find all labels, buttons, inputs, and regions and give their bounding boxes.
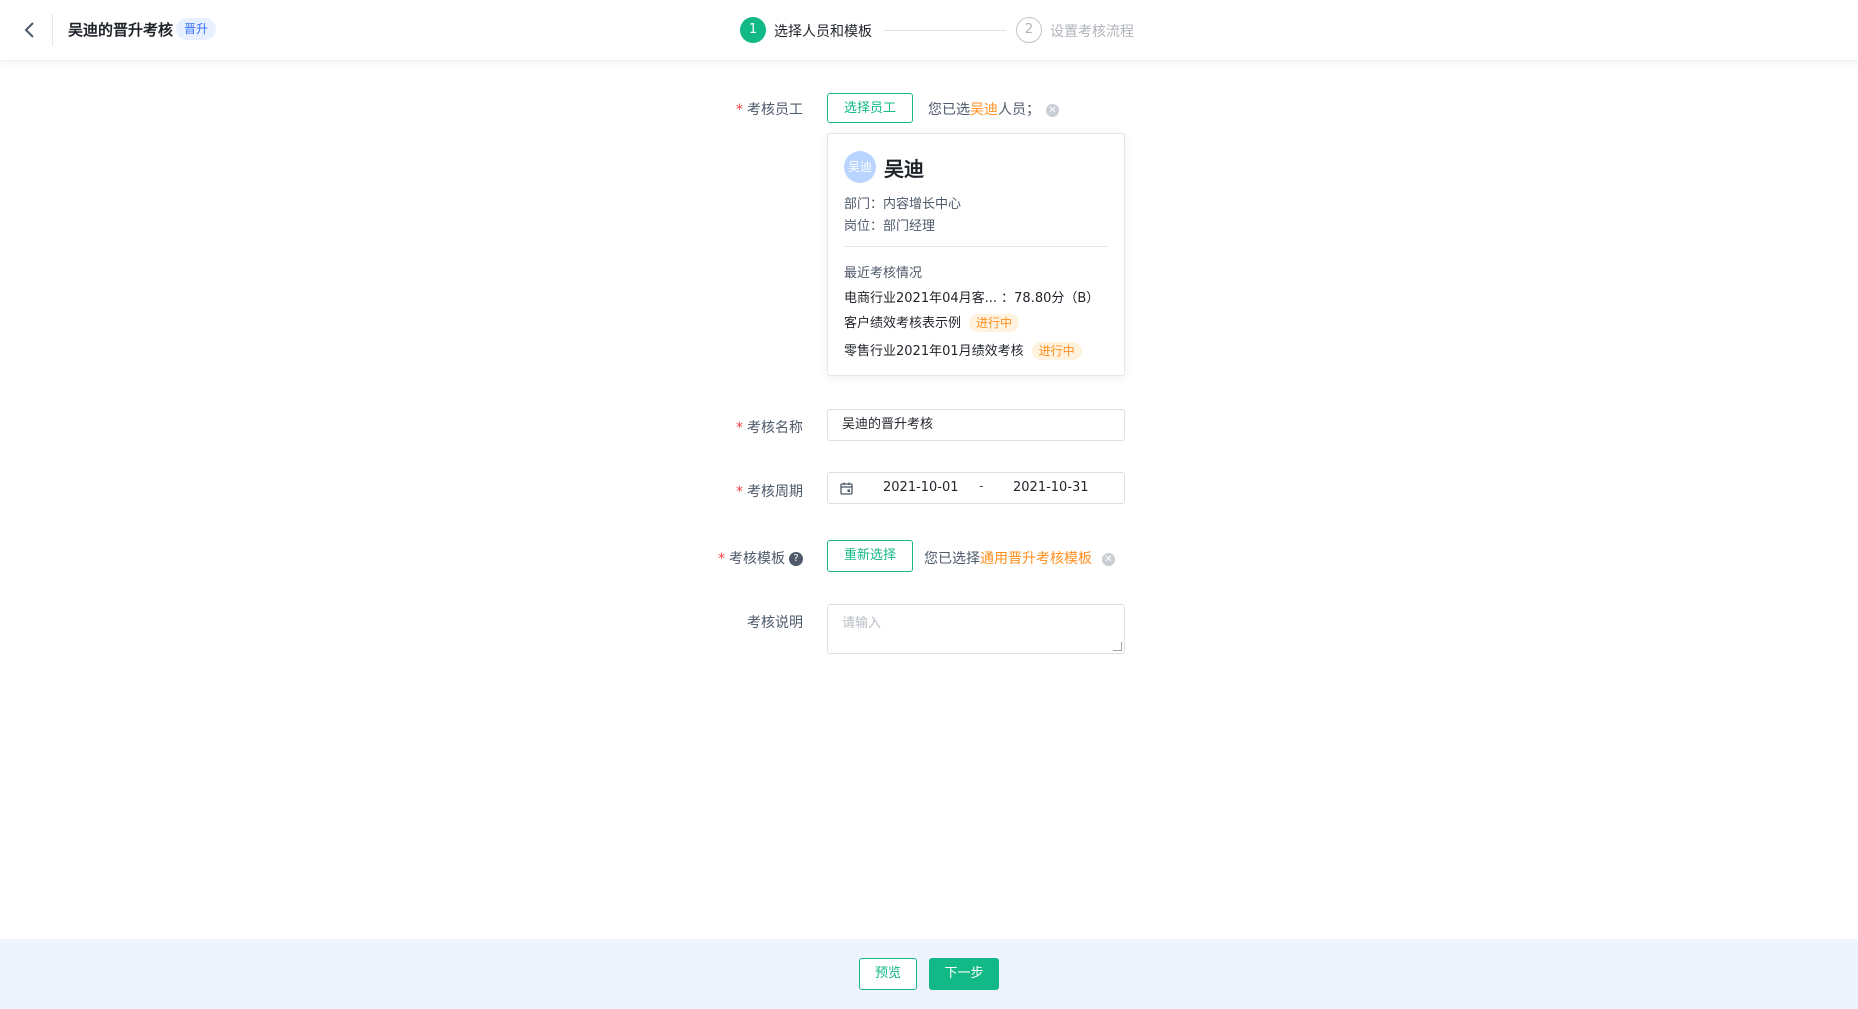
back-button[interactable] — [16, 16, 44, 44]
page-title: 吴迪的晋升考核 — [68, 21, 174, 39]
help-icon[interactable]: ? — [789, 552, 803, 566]
review-name-input[interactable]: 吴迪的晋升考核 — [827, 409, 1125, 441]
review-name-label: * 考核名称 — [703, 417, 803, 437]
top-header: 吴迪的晋升考核 晋升 1 选择人员和模板 2 设置考核流程 — [0, 0, 1858, 61]
next-step-button[interactable]: 下一步 — [929, 958, 999, 990]
review-record-name: 客户绩效考核表示例 — [844, 316, 962, 331]
resize-handle-icon[interactable] — [1113, 642, 1122, 651]
employee-position: 岗位：部门经理 — [844, 219, 936, 234]
template-label-text: 考核模板 — [729, 551, 785, 567]
selected-employee-text: 您已选吴迪人员； ✕ — [928, 99, 1059, 119]
description-label: 考核说明 — [747, 615, 803, 631]
required-mark: * — [718, 551, 725, 567]
employee-label: * 考核员工 — [703, 99, 803, 119]
employee-info-card: 吴迪 吴迪 部门：内容增长中心 岗位：部门经理 最近考核情况 电商行业2021年… — [827, 133, 1125, 376]
review-record: 电商行业2021年04月客... ：78.80分（B） — [844, 291, 1100, 306]
employee-department: 部门：内容增长中心 — [844, 197, 962, 212]
card-divider — [844, 246, 1108, 247]
review-period-label-text: 考核周期 — [747, 484, 803, 500]
step-1-number: 1 — [740, 17, 766, 43]
description-textarea[interactable]: 请输入 — [827, 604, 1125, 654]
reselect-template-button[interactable]: 重新选择 — [827, 540, 914, 572]
clear-template-icon[interactable]: ✕ — [1102, 552, 1115, 566]
step-connector — [884, 30, 1006, 31]
selected-template-text: 您已选择通用晋升考核模板 ✕ — [924, 548, 1115, 568]
preview-button[interactable]: 预览 — [859, 958, 917, 990]
required-mark: * — [736, 420, 743, 436]
selected-template-prefix: 您已选择 — [924, 551, 980, 567]
review-record: 零售行业2021年01月绩效考核 进行中 — [844, 340, 1082, 360]
calendar-icon — [840, 482, 853, 495]
step-1-label: 选择人员和模板 — [774, 24, 872, 40]
clear-employee-icon[interactable]: ✕ — [1046, 103, 1059, 117]
selected-template-name[interactable]: 通用晋升考核模板 — [980, 551, 1092, 567]
employee-label-text: 考核员工 — [747, 102, 803, 118]
required-mark: * — [736, 484, 743, 500]
template-label: * 考核模板? — [703, 548, 803, 568]
avatar: 吴迪 — [844, 151, 876, 183]
review-name-label-text: 考核名称 — [747, 420, 803, 436]
status-badge: 进行中 — [969, 314, 1020, 332]
step-2-label: 设置考核流程 — [1050, 24, 1134, 40]
review-record: 客户绩效考核表示例 进行中 — [844, 312, 1020, 332]
promotion-tag: 晋升 — [176, 18, 217, 40]
recent-review-title: 最近考核情况 — [844, 266, 923, 281]
selected-employee-name[interactable]: 吴迪 — [970, 102, 998, 118]
status-badge: 进行中 — [1031, 342, 1082, 360]
chevron-left-icon — [24, 22, 34, 38]
selected-suffix: 人员； — [998, 102, 1040, 118]
step-2-number: 2 — [1016, 17, 1042, 43]
review-period-picker[interactable]: 2021-10-01 - 2021-10-31 — [827, 472, 1125, 504]
description-placeholder: 请输入 — [842, 616, 882, 631]
employee-name: 吴迪 — [884, 157, 924, 181]
select-employee-button[interactable]: 选择员工 — [827, 93, 914, 123]
required-mark: * — [736, 102, 743, 118]
review-period-label: * 考核周期 — [703, 481, 803, 501]
period-end-date[interactable]: 2021-10-31 — [1013, 480, 1089, 495]
period-separator: - — [979, 479, 984, 494]
selected-prefix: 您已选 — [928, 102, 970, 118]
header-divider — [52, 14, 53, 46]
review-record-name: 零售行业2021年01月绩效考核 — [844, 344, 1024, 359]
period-start-date[interactable]: 2021-10-01 — [883, 480, 959, 495]
